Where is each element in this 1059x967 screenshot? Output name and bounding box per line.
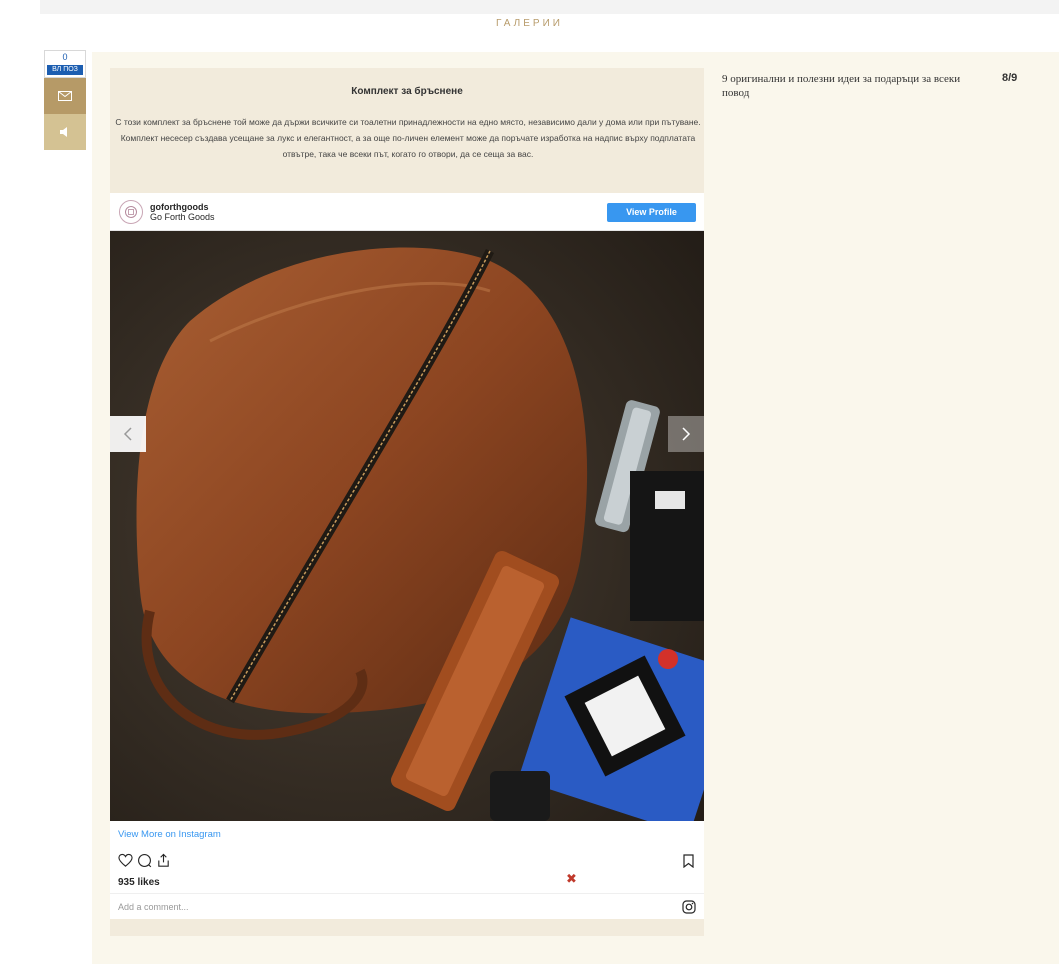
previous-slide-button[interactable]	[110, 416, 146, 452]
close-icon[interactable]: ✖	[566, 872, 577, 887]
share-rail: 0 ВЛ ПОЗ	[44, 50, 86, 150]
instagram-actions	[118, 853, 198, 869]
profile-logo-icon	[125, 206, 137, 218]
envelope-icon	[58, 91, 72, 101]
gallery-heading: ГАЛЕРИИ	[496, 18, 563, 29]
bookmark-button[interactable]	[683, 854, 694, 873]
instagram-glyph-icon	[682, 900, 696, 914]
top-strip	[40, 0, 1059, 14]
chevron-left-icon	[123, 427, 132, 441]
view-profile-button[interactable]: View Profile	[607, 203, 696, 222]
bookmark-icon	[683, 854, 694, 869]
article-title[interactable]: 9 оригинални и полезни идеи за подаръци …	[722, 72, 962, 100]
heart-icon[interactable]	[118, 853, 133, 868]
comment-icon[interactable]	[137, 853, 152, 868]
instagram-logo-link[interactable]	[682, 900, 696, 919]
instagram-photo[interactable]	[110, 231, 704, 821]
slide-counter: 8/9	[1002, 72, 1018, 84]
chevron-right-icon	[682, 427, 691, 441]
instagram-avatar[interactable]	[119, 200, 143, 224]
instagram-handle[interactable]: goforthgoods	[150, 202, 208, 212]
instagram-embed-header: goforthgoods Go Forth Goods View Profile	[110, 193, 704, 231]
share-count-label: ВЛ ПОЗ	[47, 65, 83, 75]
next-slide-button[interactable]	[668, 416, 704, 452]
add-comment-field[interactable]: Add a comment...	[118, 902, 189, 912]
share-counter[interactable]: 0 ВЛ ПОЗ	[44, 50, 86, 78]
speaker-icon	[60, 127, 67, 137]
share-icon[interactable]	[156, 853, 171, 868]
likes-count: 935 likes	[118, 877, 160, 888]
instagram-account-name: Go Forth Goods	[150, 212, 215, 222]
footer-divider	[110, 893, 704, 894]
card-description: С този комплект за бръснене той може да …	[115, 117, 701, 159]
sound-button[interactable]	[44, 114, 86, 150]
shaving-kit-photo	[110, 231, 704, 821]
instagram-embed-footer: View More on Instagram 935 likes Add a c…	[110, 821, 704, 919]
email-share-button[interactable]	[44, 78, 86, 114]
view-more-on-instagram-link[interactable]: View More on Instagram	[118, 829, 221, 840]
card-title: Комплект за бръснене	[351, 86, 463, 97]
share-count-number: 0	[62, 52, 68, 62]
